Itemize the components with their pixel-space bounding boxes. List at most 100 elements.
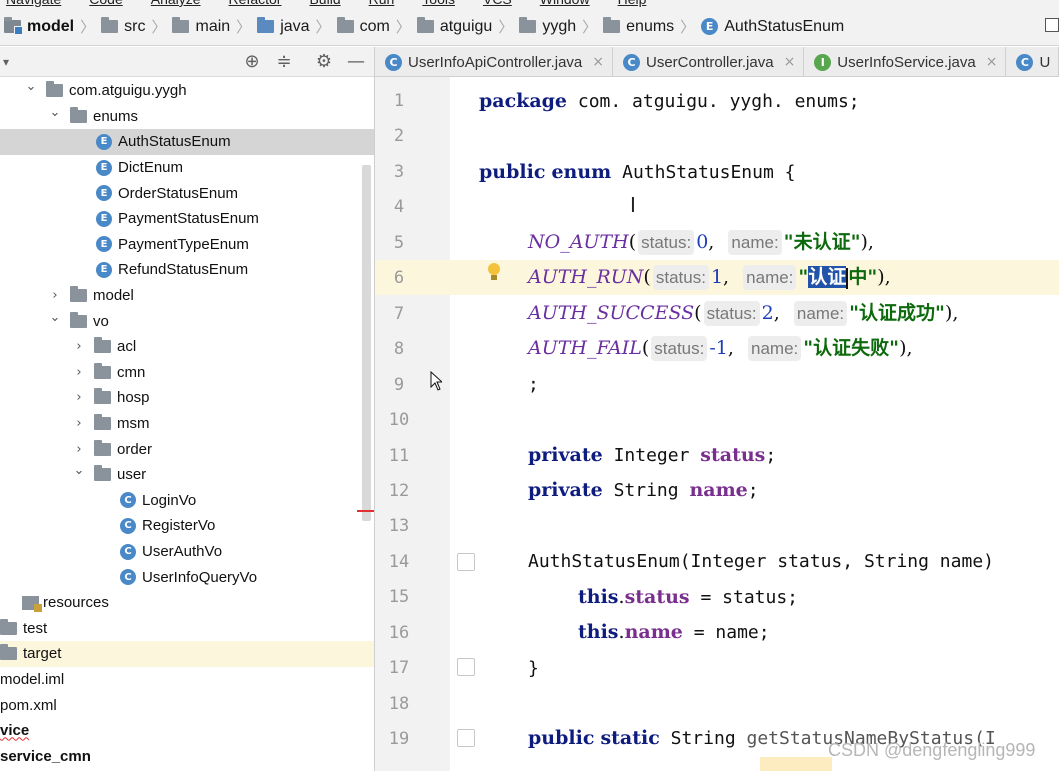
chevron-down-icon[interactable]: ⌄ <box>72 463 86 478</box>
tree-item[interactable]: C LoginVo <box>0 488 374 514</box>
tree-item[interactable]: resources <box>0 590 374 616</box>
menu-item[interactable]: Refactor <box>229 0 282 8</box>
breadcrumb-separator-icon: 〉 <box>80 19 96 36</box>
editor-tab[interactable]: C UserInfoApiController.java × <box>375 47 613 76</box>
enum-icon: E <box>96 133 112 150</box>
breadcrumb-item[interactable]: java <box>253 17 313 36</box>
chevron-down-icon[interactable]: ⌄ <box>48 105 62 120</box>
code-line-6: AUTH_RUN(status: 1, name: "认证 中"), <box>528 265 891 290</box>
editor-tab[interactable]: CU <box>1006 47 1059 76</box>
menu-item[interactable]: Navigate <box>6 0 61 8</box>
menu-item[interactable]: Build <box>309 0 340 8</box>
tree-item[interactable]: pom.xml <box>0 692 374 718</box>
lightbulb-icon[interactable] <box>487 263 501 283</box>
collapse-all-icon[interactable]: ≑ <box>274 52 294 72</box>
breadcrumb-item[interactable]: src <box>97 17 149 36</box>
tree-item[interactable]: ⌄ com.atguigu.yygh <box>0 78 374 104</box>
param-hint: status: <box>703 301 760 326</box>
class-icon: C <box>120 517 136 534</box>
tree-item[interactable]: E PaymentTypeEnum <box>0 232 374 258</box>
package-icon <box>94 465 111 482</box>
window-edge-icon[interactable] <box>1045 18 1059 32</box>
tree-item[interactable]: › hosp <box>0 385 374 411</box>
tree-item[interactable]: test <box>0 616 374 642</box>
editor-tabs: C UserInfoApiController.java × C UserControl… <box>375 47 1059 77</box>
settings-gear-icon[interactable]: ⚙ <box>314 52 334 72</box>
menu-item[interactable]: Analyze <box>151 0 201 8</box>
code-line-8: AUTH_FAIL(status: -1, name: "认证失败"), <box>528 336 913 361</box>
menu-item[interactable]: Help <box>618 0 647 8</box>
collapse-arrow-icon[interactable]: ▾ <box>0 52 16 72</box>
enum-icon: E <box>701 18 719 35</box>
line-number: 18 <box>388 693 410 714</box>
navigation-bar: model 〉 src 〉 main 〉 java 〉 com 〉 atguigu 〉 yygh 〉 enu… <box>0 8 1059 46</box>
text-selection: 认证 <box>808 266 847 288</box>
chevron-down-icon[interactable]: ⌄ <box>48 310 62 325</box>
tree-item[interactable]: › order <box>0 436 374 462</box>
code-line-3: public enum AuthStatusEnum { <box>479 161 796 183</box>
breadcrumb-item[interactable]: model <box>0 17 78 36</box>
tree-item[interactable]: E DictEnum <box>0 155 374 181</box>
tree-item[interactable]: ⌄ user <box>0 462 374 488</box>
fold-marker-icon[interactable] <box>457 729 475 747</box>
tree-item[interactable]: ⌄ enums <box>0 104 374 130</box>
chevron-right-icon[interactable]: › <box>72 442 86 457</box>
tree-item[interactable]: vice <box>0 718 374 744</box>
tree-item[interactable]: C UserAuthVo <box>0 539 374 565</box>
tree-item-label: model.iml <box>0 671 65 689</box>
enum-icon: E <box>96 236 112 253</box>
locate-target-icon[interactable]: ⊕ <box>242 52 262 72</box>
chevron-right-icon[interactable]: › <box>72 390 86 405</box>
tree-item[interactable]: model.iml <box>0 667 374 693</box>
param-hint: name: <box>793 301 848 326</box>
folder-icon <box>0 644 17 661</box>
breadcrumb-item[interactable]: main <box>168 17 234 36</box>
chevron-right-icon[interactable]: › <box>72 416 86 431</box>
breadcrumb-item[interactable]: yygh <box>515 17 580 36</box>
tree-item[interactable]: ⌄ vo <box>0 308 374 334</box>
chevron-right-icon[interactable]: › <box>72 339 86 354</box>
editor-tab[interactable]: I UserInfoService.java × <box>804 47 1007 76</box>
close-tab-icon[interactable]: × <box>986 54 998 70</box>
menu-item[interactable]: Window <box>540 0 590 8</box>
tree-item[interactable]: › model <box>0 283 374 309</box>
package-icon <box>94 362 111 379</box>
param-hint: name: <box>743 265 797 290</box>
tree-item[interactable]: E RefundStatusEnum <box>0 257 374 283</box>
tree-item-label: model <box>93 287 134 305</box>
class-icon: C <box>623 53 640 71</box>
hide-panel-icon[interactable]: — <box>346 52 366 72</box>
menu-item[interactable]: Run <box>369 0 395 8</box>
tree-item[interactable]: E AuthStatusEnum <box>0 129 374 155</box>
line-number: 2 <box>393 126 405 147</box>
tree-item[interactable]: C UserInfoQueryVo <box>0 564 374 590</box>
breadcrumb-item[interactable]: E AuthStatusEnum <box>697 18 848 36</box>
close-tab-icon[interactable]: × <box>592 54 604 70</box>
tree-item[interactable]: service_cmn <box>0 744 374 770</box>
tree-item-label: user <box>117 466 147 484</box>
breadcrumb-item[interactable]: enums <box>599 17 678 36</box>
menu-item[interactable]: VCS <box>483 0 512 8</box>
fold-marker-icon[interactable] <box>457 658 475 676</box>
breadcrumb-item[interactable]: atguigu <box>413 17 497 36</box>
fold-marker-icon[interactable] <box>457 553 475 571</box>
mouse-pointer-icon <box>430 371 442 391</box>
chevron-down-icon[interactable]: ⌄ <box>24 79 38 94</box>
tree-item[interactable]: E OrderStatusEnum <box>0 180 374 206</box>
line-number: 7 <box>393 303 405 324</box>
menu-item[interactable]: Tools <box>422 0 455 8</box>
tree-item[interactable]: › msm <box>0 411 374 437</box>
chevron-right-icon[interactable]: › <box>48 288 62 303</box>
tree-item[interactable]: E PaymentStatusEnum <box>0 206 374 232</box>
editor-tab[interactable]: C UserController.java × <box>613 47 805 76</box>
breadcrumb-label: com <box>359 17 390 35</box>
tree-item[interactable]: › cmn <box>0 360 374 386</box>
package-icon <box>46 81 63 98</box>
chevron-right-icon[interactable]: › <box>72 365 86 380</box>
close-tab-icon[interactable]: × <box>784 54 796 70</box>
tree-item[interactable]: target <box>0 641 374 667</box>
tree-item[interactable]: › acl <box>0 334 374 360</box>
menu-item[interactable]: Code <box>89 0 122 8</box>
breadcrumb-item[interactable]: com <box>333 17 394 36</box>
tree-item[interactable]: C RegisterVo <box>0 513 374 539</box>
